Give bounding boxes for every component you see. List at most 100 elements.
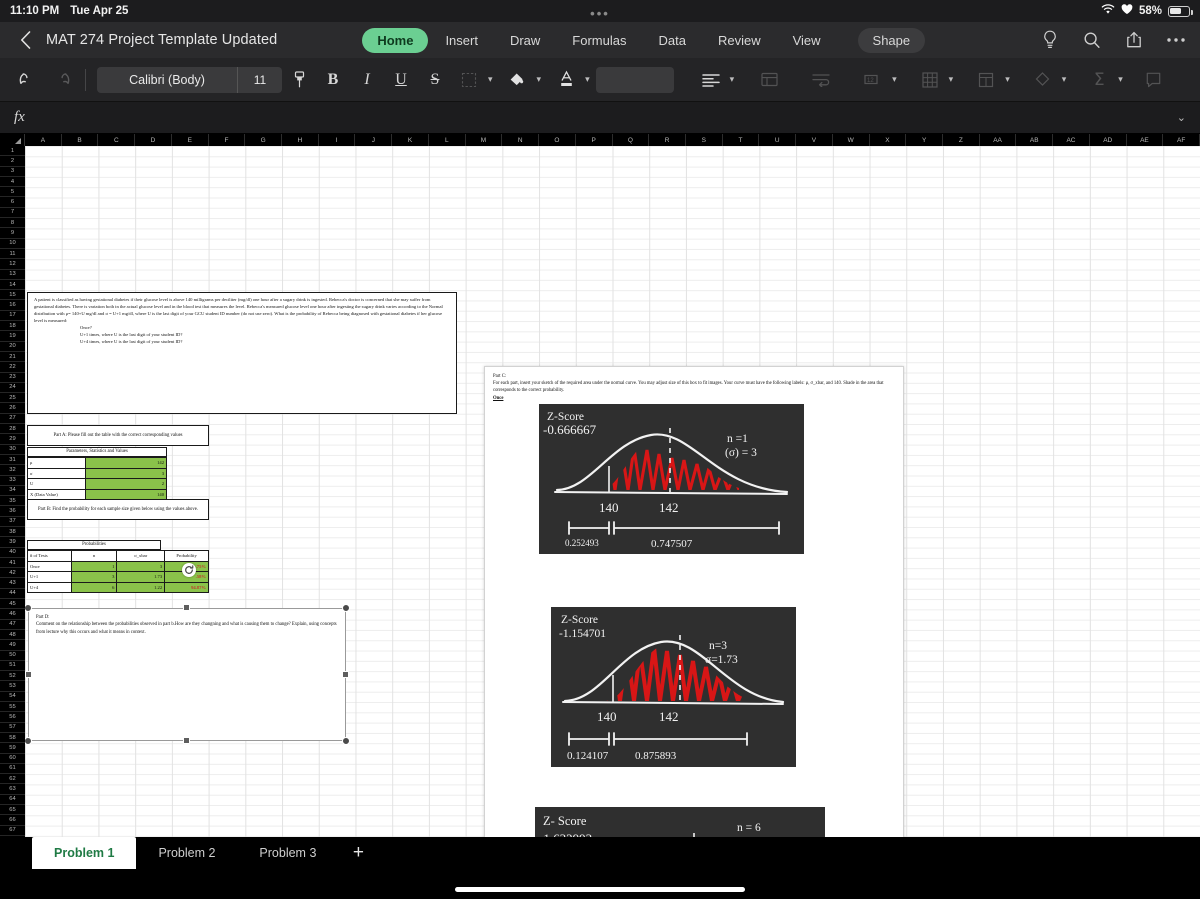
sheet-tab-problem-1[interactable]: Problem 1 (32, 837, 137, 869)
sigma-cell-1[interactable]: 1.73 (116, 571, 166, 583)
sigma-cell-2[interactable]: 1.22 (116, 581, 166, 594)
fill-color-icon[interactable] (501, 65, 535, 95)
font-size-input[interactable]: 11 (238, 67, 282, 93)
add-sheet-button[interactable]: + (338, 837, 378, 869)
home-indicator[interactable] (455, 887, 745, 892)
row-header-25[interactable]: 25 (0, 393, 25, 404)
font-color-icon[interactable] (549, 65, 583, 95)
column-header-w[interactable]: W (833, 134, 870, 146)
row-header-10[interactable]: 10 (0, 239, 25, 249)
n-cell-1[interactable]: 3 (70, 571, 118, 583)
tab-shape[interactable]: Shape (857, 27, 926, 53)
row-header-58[interactable]: 58 (0, 733, 25, 744)
sigma-cell-0[interactable]: 3 (116, 560, 166, 573)
share-icon[interactable] (1124, 30, 1144, 50)
chevron-down-icon[interactable]: ▾ (949, 74, 954, 85)
row-header-45[interactable]: 45 (0, 599, 25, 610)
column-header-v[interactable]: V (796, 134, 833, 146)
row-header-2[interactable]: 2 (0, 156, 25, 167)
tab-view[interactable]: View (778, 28, 836, 53)
column-header-c[interactable]: C (98, 134, 136, 146)
column-header-f[interactable]: F (209, 134, 246, 146)
row-header-62[interactable]: 62 (0, 774, 25, 785)
column-header-af[interactable]: AF (1163, 134, 1200, 146)
normal-curve-sketch-1[interactable]: Z-Score -0.666667 n =1 (σ) = 3 140 142 0… (539, 404, 804, 554)
row-header-65[interactable]: 65 (0, 805, 25, 816)
wrap-text-icon[interactable] (804, 65, 838, 95)
tab-draw[interactable]: Draw (495, 28, 555, 53)
column-header-n[interactable]: N (502, 134, 540, 146)
chevron-down-icon[interactable]: ▾ (585, 74, 590, 85)
probabilities-title[interactable]: Probabilities (27, 540, 161, 550)
row-header-39[interactable]: 39 (0, 537, 25, 548)
resize-handle-ml[interactable] (25, 671, 32, 678)
row-header-64[interactable]: 64 (0, 795, 25, 805)
redo-icon[interactable] (44, 65, 78, 95)
sheet-tab-problem-2[interactable]: Problem 2 (136, 837, 237, 869)
row-header-34[interactable]: 34 (0, 486, 25, 497)
insert-cells-icon[interactable] (969, 65, 1003, 95)
row-header-19[interactable]: 19 (0, 331, 25, 342)
row-header-22[interactable]: 22 (0, 362, 25, 373)
column-header-z[interactable]: Z (943, 134, 980, 146)
row-header-26[interactable]: 26 (0, 403, 25, 414)
row-header-57[interactable]: 57 (0, 723, 25, 733)
column-header-r[interactable]: R (649, 134, 686, 146)
row-header-17[interactable]: 17 (0, 311, 25, 322)
insert-cells-group[interactable]: ▾ (969, 65, 1010, 95)
resize-handle-bl[interactable] (24, 737, 32, 745)
italic-button[interactable]: I (350, 65, 384, 95)
column-header-i[interactable]: I (319, 134, 356, 146)
row-header-3[interactable]: 3 (0, 167, 25, 177)
table-row[interactable]: U+4 6 1.22 94.87% (27, 581, 209, 594)
row-header-31[interactable]: 31 (0, 455, 25, 466)
column-header-j[interactable]: J (355, 134, 393, 146)
clear-group[interactable]: ▾ (1026, 65, 1067, 95)
part-a-subheading[interactable]: Parameters, Statistics and Values (27, 447, 167, 457)
table-row[interactable]: μ 142 (27, 457, 168, 469)
row-header-40[interactable]: 40 (0, 548, 25, 558)
column-header-p[interactable]: P (576, 134, 613, 146)
row-header-68[interactable]: 68 (0, 836, 25, 837)
more-icon[interactable] (1166, 30, 1186, 50)
tab-insert[interactable]: Insert (430, 28, 493, 53)
row-header-6[interactable]: 6 (0, 197, 25, 208)
select-all-corner[interactable] (0, 134, 25, 146)
row-header-5[interactable]: 5 (0, 187, 25, 198)
borders-group[interactable]: ▾ (452, 65, 493, 95)
row-header-27[interactable]: 27 (0, 414, 25, 425)
autosum-icon[interactable]: Σ (1082, 65, 1116, 95)
row-header-23[interactable]: 23 (0, 373, 25, 383)
parameters-table[interactable]: μ 142 σ 3 U 2 X (Data Value) 140 (27, 457, 168, 501)
spreadsheet-canvas[interactable]: A B C D E F G H I J K L M N O P Q R S T U V W X Y Z AA AB AC AD AE AF 1… (0, 134, 1200, 837)
row-header-24[interactable]: 24 (0, 383, 25, 394)
row-header-66[interactable]: 66 (0, 815, 25, 826)
chevron-down-icon[interactable]: ▾ (1062, 74, 1067, 85)
table-row[interactable]: U 2 (27, 478, 168, 490)
table-icon[interactable] (913, 65, 947, 95)
row-header-41[interactable]: 41 (0, 558, 25, 569)
resize-handle-tc[interactable] (183, 604, 190, 611)
chevron-down-icon[interactable]: ▾ (537, 74, 542, 85)
column-header-k[interactable]: K (392, 134, 429, 146)
resize-handle-tl[interactable] (24, 604, 32, 612)
autosum-group[interactable]: Σ ▾ (1082, 65, 1123, 95)
param-value-1[interactable]: 3 (84, 467, 168, 480)
column-header-s[interactable]: S (686, 134, 723, 146)
row-header-67[interactable]: 67 (0, 826, 25, 836)
row-header-30[interactable]: 30 (0, 445, 25, 455)
row-header-49[interactable]: 49 (0, 640, 25, 651)
column-header-b[interactable]: B (62, 134, 99, 146)
column-header-e[interactable]: E (172, 134, 209, 146)
underline-button[interactable]: U (384, 65, 418, 95)
column-header-ab[interactable]: AB (1016, 134, 1054, 146)
row-header-50[interactable]: 50 (0, 651, 25, 661)
part-d-box[interactable]: Part D: Comment on the relationship betw… (28, 608, 346, 741)
column-header-ad[interactable]: AD (1090, 134, 1127, 146)
tab-review[interactable]: Review (703, 28, 776, 53)
column-header-a[interactable]: A (25, 134, 62, 146)
row-header-51[interactable]: 51 (0, 661, 25, 672)
row-header-38[interactable]: 38 (0, 527, 25, 538)
borders-icon[interactable] (452, 65, 486, 95)
row-header-37[interactable]: 37 (0, 517, 25, 527)
